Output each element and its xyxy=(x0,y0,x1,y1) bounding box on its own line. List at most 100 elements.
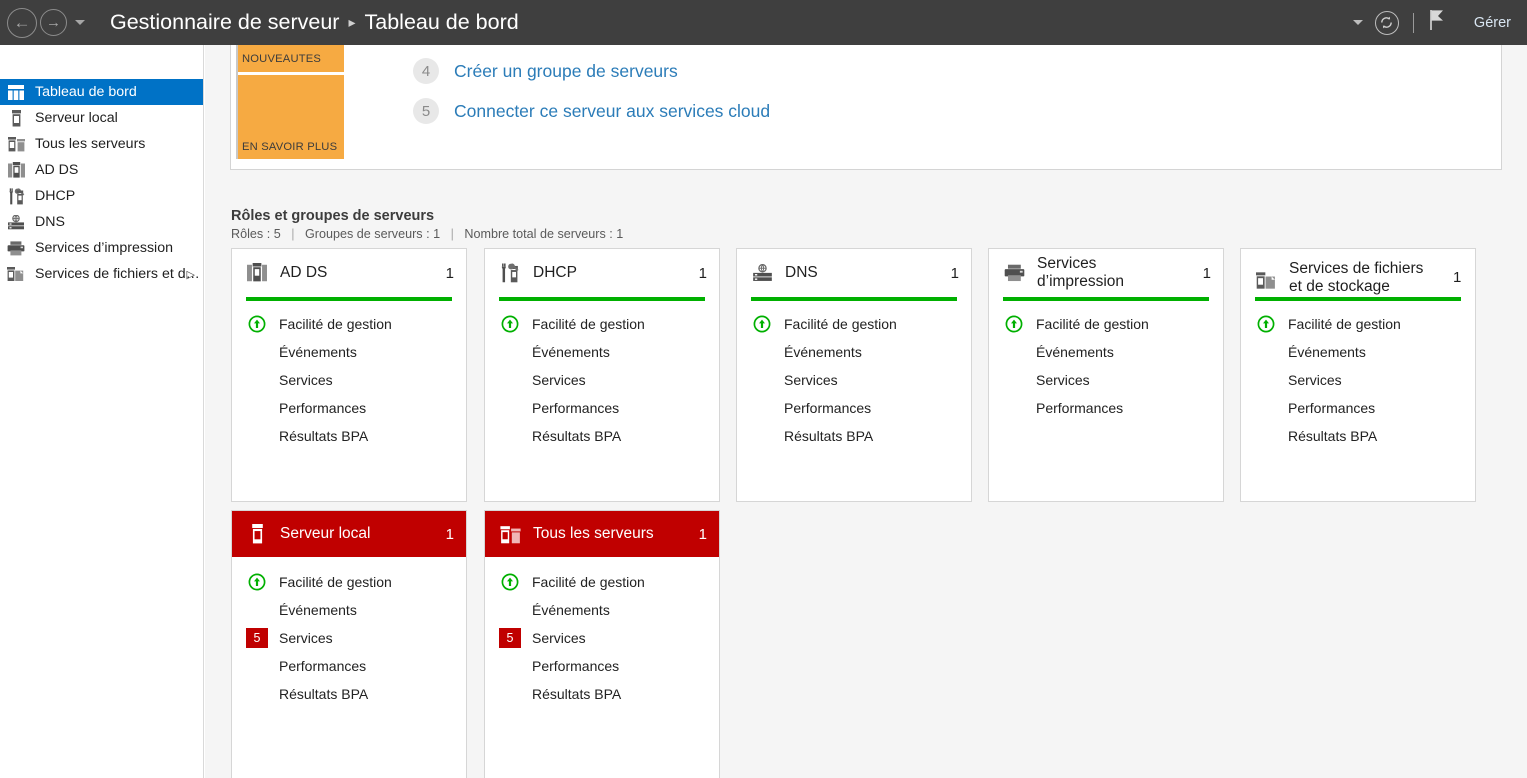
tile-row-events[interactable]: Événements xyxy=(232,596,466,624)
tile-row-performance[interactable]: Performances xyxy=(485,394,719,422)
tile-dhcp[interactable]: DHCP 1 Facilité de gestion Événements Se… xyxy=(484,248,720,502)
tile-row-events[interactable]: Événements xyxy=(485,596,719,624)
tile-row-label: Facilité de gestion xyxy=(532,574,645,590)
tile-row-events[interactable]: Événements xyxy=(485,338,719,366)
sidebar-item-dashboard[interactable]: Tableau de bord xyxy=(0,79,203,105)
sidebar-item-label: DHCP xyxy=(35,188,76,204)
quick-link-label[interactable]: Connecter ce serveur aux services cloud xyxy=(454,101,770,122)
dhcp-tools-icon xyxy=(499,262,521,284)
tile-row-bpa-results[interactable]: Résultats BPA xyxy=(485,680,719,708)
tile-header[interactable]: Serveur local 1 xyxy=(232,511,466,557)
tile-row-manageability[interactable]: Facilité de gestion xyxy=(989,310,1223,338)
tile-count: 1 xyxy=(1202,264,1211,282)
status-empty-slot xyxy=(499,342,521,362)
tile-row-label: Services xyxy=(532,372,586,388)
promo-tile[interactable]: NOUVEAUTES EN SAVOIR PLUS xyxy=(236,45,346,159)
quick-link-connect-cloud-services[interactable]: 5 Connecter ce serveur aux services clou… xyxy=(413,98,770,124)
quick-link-label[interactable]: Créer un groupe de serveurs xyxy=(454,61,678,82)
tile-row-services[interactable]: Services xyxy=(737,366,971,394)
tile-header[interactable]: AD DS 1 xyxy=(232,249,466,297)
tile-row-manageability[interactable]: Facilité de gestion xyxy=(485,568,719,596)
tile-row-performance[interactable]: Performances xyxy=(232,394,466,422)
tile-title: Services de fichiers et de stockage xyxy=(1289,260,1424,295)
tile-row-performance[interactable]: Performances xyxy=(1241,394,1475,422)
tile-title: DHCP xyxy=(533,264,577,282)
tile-body: Facilité de gestion Événements Services … xyxy=(232,301,466,450)
tile-row-bpa-results[interactable]: Résultats BPA xyxy=(737,422,971,450)
tile-row-label: Événements xyxy=(532,602,610,618)
tile-row-label: Facilité de gestion xyxy=(279,574,392,590)
tile-row-bpa-results[interactable]: Résultats BPA xyxy=(1241,422,1475,450)
status-ok-icon xyxy=(246,314,268,334)
tile-header[interactable]: Services de fichiers et de stockage 1 xyxy=(1241,249,1475,297)
refresh-icon[interactable] xyxy=(1374,10,1399,35)
tile-row-events[interactable]: Événements xyxy=(232,338,466,366)
tile-row-label: Facilité de gestion xyxy=(784,316,897,332)
tile-header[interactable]: DNS 1 xyxy=(737,249,971,297)
tile-row-manageability[interactable]: Facilité de gestion xyxy=(485,310,719,338)
server-icon xyxy=(246,523,268,545)
refresh-chevron-down-icon[interactable] xyxy=(1352,20,1363,25)
tile-row-events[interactable]: Événements xyxy=(1241,338,1475,366)
back-arrow-icon[interactable]: ← xyxy=(7,7,37,38)
tile-title: DNS xyxy=(785,264,818,282)
tile-row-label: Résultats BPA xyxy=(279,428,369,444)
tile-row-bpa-results[interactable]: Résultats BPA xyxy=(485,422,719,450)
titlebar-actions: Gérer xyxy=(1352,9,1527,36)
flag-notifications-icon[interactable] xyxy=(1428,9,1446,36)
dns-icon xyxy=(7,213,25,231)
tile-row-label: Événements xyxy=(279,344,357,360)
status-empty-slot xyxy=(751,426,773,446)
breadcrumb-item-current[interactable]: Tableau de bord xyxy=(365,10,519,35)
tile-row-manageability[interactable]: Facilité de gestion xyxy=(232,568,466,596)
tile-header[interactable]: Services d’impression 1 xyxy=(989,249,1223,297)
tile-row-label: Résultats BPA xyxy=(532,686,622,702)
sidebar-item-print-services[interactable]: Services d’impression xyxy=(0,235,203,261)
tile-row-services[interactable]: 5 Services xyxy=(232,624,466,652)
sidebar-item-dns[interactable]: DNS xyxy=(0,209,203,235)
tile-row-performance[interactable]: Performances xyxy=(485,652,719,680)
tile-row-services[interactable]: Services xyxy=(1241,366,1475,394)
sidebar-item-all-servers[interactable]: Tous les serveurs xyxy=(0,131,203,157)
forward-arrow-icon[interactable]: → xyxy=(40,9,67,36)
tile-row-performance[interactable]: Performances xyxy=(737,394,971,422)
tile-row-events[interactable]: Événements xyxy=(989,338,1223,366)
history-chevron-down-icon[interactable] xyxy=(75,20,85,25)
tile-row-services[interactable]: Services xyxy=(485,366,719,394)
manage-menu-button[interactable]: Gérer xyxy=(1474,15,1511,31)
tile-row-events[interactable]: Événements xyxy=(737,338,971,366)
tile-row-services[interactable]: Services xyxy=(232,366,466,394)
tile-body: Facilité de gestion Événements Services … xyxy=(989,301,1223,422)
stat-server-groups: Groupes de serveurs : 1 xyxy=(304,227,441,241)
chevron-right-icon[interactable]: ▷ xyxy=(187,268,195,281)
tile-row-bpa-results[interactable]: Résultats BPA xyxy=(232,680,466,708)
tile-all-servers[interactable]: Tous les serveurs 1 Facilité de gestion … xyxy=(484,510,720,778)
sidebar-item-local-server[interactable]: Serveur local xyxy=(0,105,203,131)
sidebar-item-dhcp[interactable]: DHCP xyxy=(0,183,203,209)
tile-row-manageability[interactable]: Facilité de gestion xyxy=(232,310,466,338)
tile-row-manageability[interactable]: Facilité de gestion xyxy=(1241,310,1475,338)
status-empty-slot xyxy=(1255,370,1277,390)
tile-ad-ds[interactable]: AD DS 1 Facilité de gestion Événements S… xyxy=(231,248,467,502)
tile-row-bpa-results[interactable]: Résultats BPA xyxy=(232,422,466,450)
quick-link-number: 5 xyxy=(413,98,439,124)
sidebar-item-label: DNS xyxy=(35,214,65,230)
status-empty-slot xyxy=(1255,426,1277,446)
breadcrumb-item-root[interactable]: Gestionnaire de serveur xyxy=(110,10,339,35)
tile-local-server[interactable]: Serveur local 1 Facilité de gestion Évén… xyxy=(231,510,467,778)
tile-row-performance[interactable]: Performances xyxy=(989,394,1223,422)
tile-header[interactable]: Tous les serveurs 1 xyxy=(485,511,719,557)
tile-dns[interactable]: DNS 1 Facilité de gestion Événements Ser… xyxy=(736,248,972,502)
sidebar-item-ad-ds[interactable]: AD DS xyxy=(0,157,203,183)
tile-row-services[interactable]: 5 Services xyxy=(485,624,719,652)
tile-print-services[interactable]: Services d’impression 1 Facilité de gest… xyxy=(988,248,1224,502)
tile-row-services[interactable]: Services xyxy=(989,366,1223,394)
quick-link-create-server-group[interactable]: 4 Créer un groupe de serveurs xyxy=(413,58,678,84)
tile-header[interactable]: DHCP 1 xyxy=(485,249,719,297)
sidebar-item-file-storage-services[interactable]: Services de fichiers et d… ▷ xyxy=(0,261,203,287)
tile-row-manageability[interactable]: Facilité de gestion xyxy=(737,310,971,338)
tile-row-performance[interactable]: Performances xyxy=(232,652,466,680)
tile-body: Facilité de gestion Événements Services … xyxy=(1241,301,1475,450)
sidebar-navigation: Tableau de bord Serveur local Tous les s… xyxy=(0,45,204,778)
tile-file-storage-services[interactable]: Services de fichiers et de stockage 1 Fa… xyxy=(1240,248,1476,502)
